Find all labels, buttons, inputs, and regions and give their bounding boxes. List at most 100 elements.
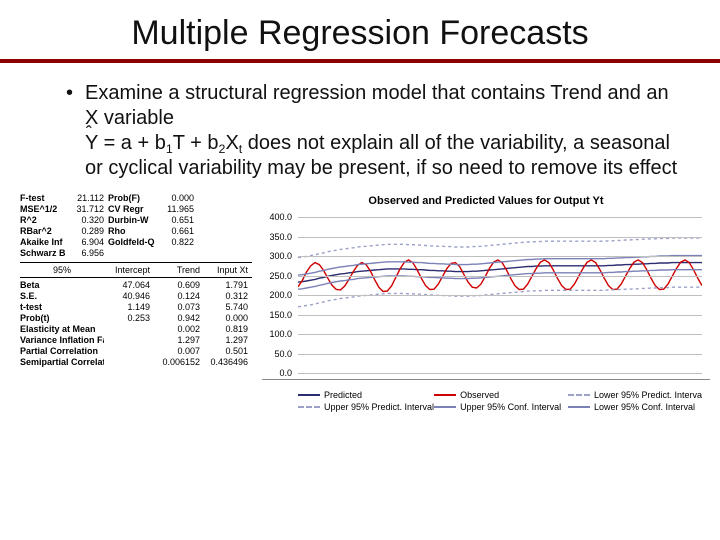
legend-item: Observed — [434, 390, 568, 400]
legend-item: Lower 95% Conf. Interval — [568, 402, 702, 412]
stat-value: 21.112 — [68, 193, 108, 203]
stat-value: 0.609 — [154, 280, 204, 290]
col-h2: Intercept — [104, 265, 154, 275]
gridline — [298, 373, 702, 374]
y-hat: ˆ Y — [85, 132, 104, 154]
stat-value: 0.942 — [154, 313, 204, 323]
y-tick-label: 100.0 — [269, 329, 292, 339]
col-h4: Input Xt — [204, 265, 252, 275]
stat-value: 0.661 — [158, 226, 198, 236]
y-tick-label: 0.0 — [279, 368, 292, 378]
stat-label: Prob(F) — [108, 193, 158, 203]
stat-value: 0.651 — [158, 215, 198, 225]
legend-label: Lower 95% Predict. Interva — [594, 390, 702, 400]
col-h3: Trend — [154, 265, 204, 275]
stat-label: S.E. — [20, 291, 104, 301]
stat-label: MSE^1/2 — [20, 204, 68, 214]
stat-value: 6.956 — [68, 248, 108, 258]
stat-value: 0.501 — [204, 346, 252, 356]
legend-item: Upper 95% Conf. Interval — [434, 402, 568, 412]
legend-swatch — [568, 394, 590, 396]
stat-label: F-test — [20, 193, 68, 203]
stat-label: Schwarz B — [20, 248, 68, 258]
legend-swatch — [298, 406, 320, 408]
stat-label: Goldfeld-Q — [108, 237, 158, 247]
gridline — [298, 276, 702, 277]
legend-swatch — [568, 406, 590, 408]
page-title: Multiple Regression Forecasts — [0, 0, 720, 59]
stat-value: 0.002 — [154, 324, 204, 334]
stat-value: 0.289 — [68, 226, 108, 236]
stat-label: Semipartial Correlat — [20, 357, 104, 367]
bullet-text: Examine a structural regression model th… — [85, 81, 680, 181]
gridline — [298, 295, 702, 296]
stat-value — [104, 346, 154, 356]
stat-value: 1.297 — [204, 335, 252, 345]
gridline — [298, 334, 702, 335]
stat-label: Durbin-W — [108, 215, 158, 225]
stat-value: 0.000 — [158, 193, 198, 203]
gridline — [298, 217, 702, 218]
stat-value — [104, 324, 154, 334]
stat-value: 47.064 — [104, 280, 154, 290]
stat-value: 0.312 — [204, 291, 252, 301]
stat-label: Akaike Inf — [20, 237, 68, 247]
series-line — [298, 238, 702, 258]
col-h1: 95% — [20, 265, 104, 275]
legend-item: Predicted — [298, 390, 434, 400]
bullet-marker: • — [66, 81, 73, 181]
stat-label: Beta — [20, 280, 104, 290]
stat-value: 5.740 — [204, 302, 252, 312]
caret-icon: ˆ — [86, 122, 92, 145]
legend-label: Upper 95% Predict. Interval — [324, 402, 434, 412]
legend-label: Predicted — [324, 390, 362, 400]
stat-value: 0.007 — [154, 346, 204, 356]
bullet-list: • Examine a structural regression model … — [0, 63, 720, 181]
stat-value: 0.436496 — [204, 357, 252, 367]
stat-value: 0.073 — [154, 302, 204, 312]
y-tick-label: 200.0 — [269, 290, 292, 300]
stat-label: R^2 — [20, 215, 68, 225]
stat-label: Variance Inflation Fa — [20, 335, 104, 345]
stat-value: 40.946 — [104, 291, 154, 301]
stat-value — [104, 357, 154, 367]
y-tick-label: 150.0 — [269, 310, 292, 320]
stats-panel-top: F-test21.112Prob(F)0.000MSE^1/231.712CV … — [20, 191, 252, 262]
series-line — [298, 270, 702, 290]
stat-label: Rho — [108, 226, 158, 236]
legend-label: Lower 95% Conf. Interval — [594, 402, 695, 412]
bullet-item: • Examine a structural regression model … — [66, 81, 680, 181]
gridline — [298, 315, 702, 316]
stats-panel-bottom: Beta47.0640.6091.791S.E.40.9460.1240.312… — [20, 278, 252, 369]
y-tick-label: 50.0 — [274, 349, 292, 359]
legend-item: Upper 95% Predict. Interval — [298, 402, 434, 412]
legend: Predicted Observed Lower 95% Predict. Inte… — [262, 379, 710, 412]
content-row: F-test21.112Prob(F)0.000MSE^1/231.712CV … — [0, 181, 720, 441]
stat-value: 0.822 — [158, 237, 198, 247]
stat-value: 0.819 — [204, 324, 252, 334]
stat-value: 1.149 — [104, 302, 154, 312]
stat-value: 0.124 — [154, 291, 204, 301]
stats-columns-header: 95% Intercept Trend Input Xt — [20, 262, 252, 278]
bullet-line-1: Examine a structural regression model th… — [85, 82, 669, 129]
legend-item: Lower 95% Predict. Interva — [568, 390, 702, 400]
stat-label: CV Regr — [108, 204, 158, 214]
legend-label: Upper 95% Conf. Interval — [460, 402, 561, 412]
y-tick-label: 350.0 — [269, 232, 292, 242]
y-tick-label: 300.0 — [269, 251, 292, 261]
y-tick-label: 250.0 — [269, 271, 292, 281]
stat-value: 0.006152 — [154, 357, 204, 367]
legend-swatch — [298, 394, 320, 396]
stat-label: Partial Correlation — [20, 346, 104, 356]
stat-label — [108, 248, 158, 258]
stat-value — [104, 335, 154, 345]
gridline — [298, 237, 702, 238]
stat-value: 0.253 — [104, 313, 154, 323]
chart-title: Observed and Predicted Values for Output… — [262, 191, 710, 217]
gridline — [298, 256, 702, 257]
legend-swatch — [434, 406, 456, 408]
stat-label: Elasticity at Mean — [20, 324, 104, 334]
gridline — [298, 354, 702, 355]
stat-value: 6.904 — [68, 237, 108, 247]
stat-value — [158, 248, 198, 258]
